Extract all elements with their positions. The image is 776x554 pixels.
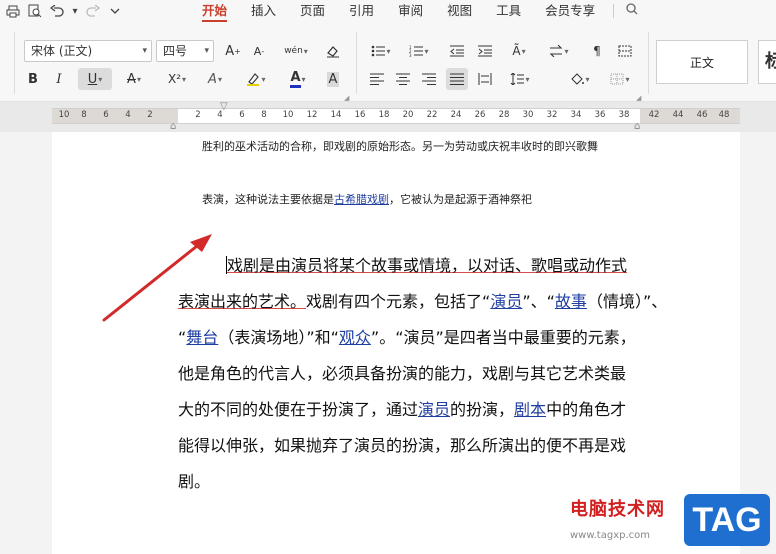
- annotation-arrow-overlay: [102, 234, 212, 322]
- watermark-tag-logo: TAG: [684, 494, 770, 546]
- watermark-site-name: 电脑技术网: [570, 499, 665, 520]
- wps-writer-window: ▾ 开始 插入 页面 引用 审阅 视图 工具 会员专享 宋体 (正文) ▾ 四号…: [0, 0, 776, 554]
- watermark-url: www.tagxp.com: [570, 530, 650, 541]
